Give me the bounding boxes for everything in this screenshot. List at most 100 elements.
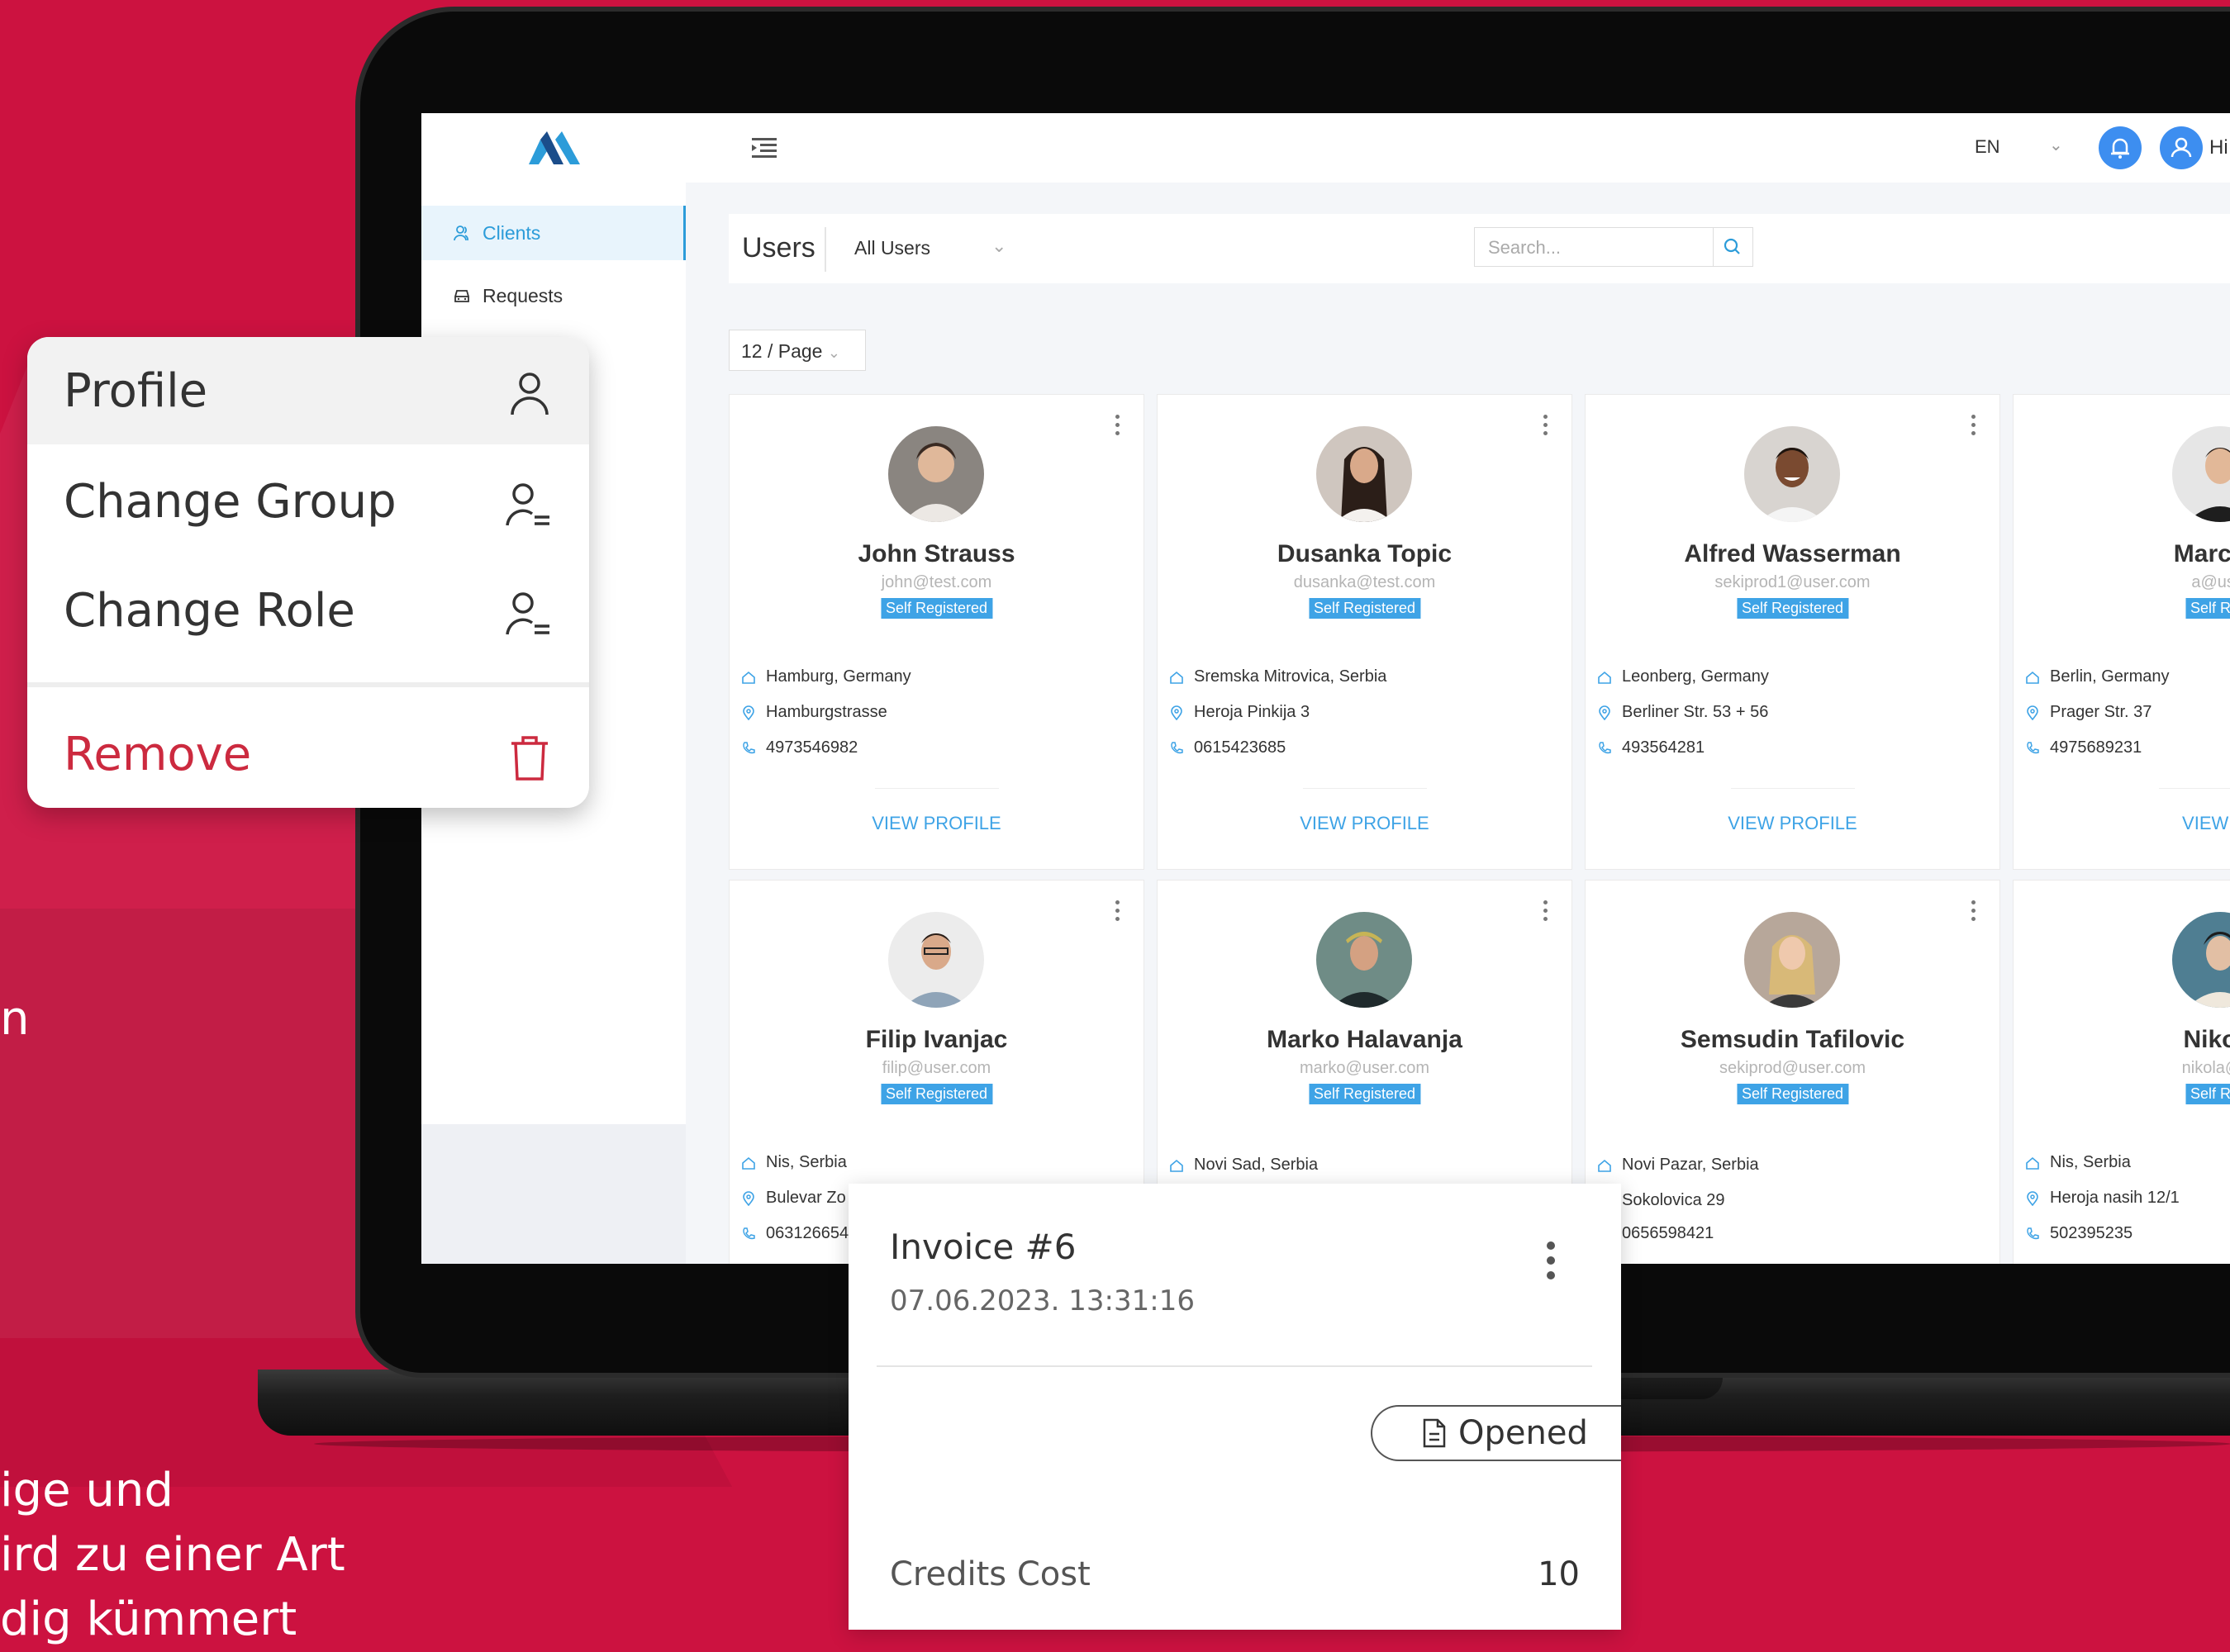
avatar xyxy=(888,912,984,1008)
divider xyxy=(1731,788,1855,789)
menu-item-change-group[interactable]: Change Group xyxy=(27,448,589,555)
car-icon xyxy=(454,290,469,302)
trash-icon xyxy=(511,736,548,781)
city-text: Sremska Mitrovica, Serbia xyxy=(1194,667,1387,686)
divider xyxy=(825,227,826,272)
sidebar-item-clients[interactable]: Clients xyxy=(421,206,686,260)
language-select[interactable]: EN xyxy=(1975,136,2000,158)
search-input[interactable] xyxy=(1475,228,1728,268)
home-icon xyxy=(1598,671,1611,684)
view-profile-link[interactable]: VIEW PROFILE xyxy=(730,813,1144,834)
user-phone: 063126654 xyxy=(741,1224,849,1243)
location-pin-icon xyxy=(1171,705,1182,720)
menu-item-profile[interactable]: Profile xyxy=(27,337,589,444)
user-edit-icon xyxy=(506,592,549,635)
user-email: filip@user.com xyxy=(882,1059,991,1077)
phone-icon xyxy=(743,1227,755,1239)
user-name: Marc Jo xyxy=(2173,540,2230,567)
notification-bell-icon[interactable] xyxy=(2099,126,2142,169)
street-text: Sokolovica 29 xyxy=(1622,1191,1725,1209)
app-logo[interactable] xyxy=(529,131,580,169)
home-icon xyxy=(742,671,755,684)
location-pin-icon xyxy=(2027,705,2038,720)
user-avatar-icon[interactable] xyxy=(2160,126,2203,169)
phone-text: 502395235 xyxy=(2050,1224,2133,1242)
avatar xyxy=(1744,912,1840,1008)
more-vertical-icon[interactable] xyxy=(1971,900,1976,925)
chevron-down-icon[interactable]: ⌄ xyxy=(2049,135,2063,155)
home-icon xyxy=(1598,1159,1611,1172)
user-card: John Strauss john@test.com Self Register… xyxy=(729,394,1144,870)
more-vertical-icon[interactable] xyxy=(1115,415,1120,439)
street-text: Bulevar Zo xyxy=(766,1189,846,1207)
user-email: sekiprod1@user.com xyxy=(1714,573,1871,591)
more-vertical-icon[interactable] xyxy=(1115,900,1120,925)
user-icon xyxy=(511,373,549,415)
sidebar-item-label: Requests xyxy=(483,284,563,306)
user-street: Bulevar Zo xyxy=(741,1189,846,1208)
city-text: Nis, Serbia xyxy=(766,1153,847,1171)
menu-item-remove[interactable]: Remove xyxy=(27,700,589,808)
menu-toggle-icon[interactable] xyxy=(752,136,777,158)
more-vertical-icon[interactable] xyxy=(1543,900,1548,925)
user-name: John Strauss xyxy=(858,540,1015,567)
user-email: dusanka@test.com xyxy=(1293,573,1436,591)
user-name: Nikola xyxy=(2183,1026,2230,1053)
user-filter-select[interactable]: All Users xyxy=(854,237,930,259)
divider xyxy=(875,788,999,789)
user-city: Novi Pazar, Serbia xyxy=(1597,1156,1759,1175)
user-city: Nis, Serbia xyxy=(741,1153,847,1172)
background-text: n xyxy=(0,992,30,1046)
view-profile-link[interactable]: VIEW PROFILE xyxy=(1586,813,1999,834)
city-text: Novi Sad, Serbia xyxy=(1194,1156,1319,1174)
city-text: Berlin, Germany xyxy=(2050,667,2170,686)
app-screen: EN ⌄ Hi Clients Requests Users All Users… xyxy=(421,113,2230,1264)
user-city: Sremska Mitrovica, Serbia xyxy=(1169,667,1386,686)
location-pin-icon xyxy=(2027,1190,2038,1206)
credits-cost-value: 10 xyxy=(1538,1555,1580,1593)
background-text: ird zu einer Art xyxy=(0,1528,345,1582)
user-name: Marko Halavanja xyxy=(1267,1026,1462,1053)
status-badge: Self Regi xyxy=(2185,1084,2230,1104)
user-name: Semsudin Tafilovic xyxy=(1680,1026,1905,1053)
phone-text: 493564281 xyxy=(1622,738,1705,757)
status-badge: Self Registered xyxy=(1308,598,1421,619)
sidebar-item-requests[interactable]: Requests xyxy=(421,268,686,323)
menu-item-change-role[interactable]: Change Role xyxy=(27,557,589,664)
view-profile-link[interactable]: VIEW PROFILE xyxy=(1158,813,1571,834)
user-card: Alfred Wasserman sekiprod1@user.com Self… xyxy=(1585,394,2000,870)
user-card: Nikola nikola@us Self Regi Nis, Serbia H… xyxy=(2013,880,2230,1264)
divider xyxy=(27,682,589,687)
phone-text: 0615423685 xyxy=(1194,738,1286,757)
user-city: Leonberg, Germany xyxy=(1597,667,1769,686)
more-vertical-icon[interactable] xyxy=(1543,415,1548,439)
avatar xyxy=(1316,426,1412,522)
more-vertical-icon[interactable] xyxy=(1971,415,1976,439)
menu-item-label: Remove xyxy=(64,727,252,781)
invoice-card[interactable]: Invoice #6 07.06.2023. 13:31:16 Opened C… xyxy=(849,1184,1621,1630)
city-text: Novi Pazar, Serbia xyxy=(1622,1156,1759,1174)
status-badge: Self Regi xyxy=(2185,598,2230,619)
search-button[interactable] xyxy=(1713,228,1753,266)
chevron-down-icon[interactable]: ⌄ xyxy=(991,235,1006,257)
background-text: dig kümmert xyxy=(0,1593,297,1646)
sidebar-item-label: Clients xyxy=(483,221,541,244)
users-toolbar: Users All Users ⌄ xyxy=(729,214,2230,283)
status-badge: Self Registered xyxy=(1736,1084,1849,1104)
status-badge: Opened xyxy=(1371,1405,1621,1461)
avatar xyxy=(1744,426,1840,522)
more-vertical-icon[interactable] xyxy=(1547,1241,1555,1286)
user-card: Marc Jo a@user Self Regi Berlin, Germany… xyxy=(2013,394,2230,870)
page-size-select[interactable]: 12 / Page ⌄ xyxy=(729,330,866,371)
location-pin-icon xyxy=(1599,705,1610,720)
invoice-title: Invoice #6 xyxy=(890,1227,1077,1267)
user-name: Alfred Wasserman xyxy=(1684,540,1901,567)
user-street: Heroja nasih 12/1 xyxy=(2025,1189,2180,1208)
chevron-down-icon: ⌄ xyxy=(827,344,840,361)
page-size-value: 12 / Page xyxy=(741,340,823,362)
search-box xyxy=(1474,227,1753,268)
location-pin-icon xyxy=(743,705,754,720)
user-name: Filip Ivanjac xyxy=(865,1026,1008,1053)
view-profile-link[interactable]: VIEW PR xyxy=(2014,813,2230,834)
phone-icon xyxy=(2027,1227,2039,1239)
